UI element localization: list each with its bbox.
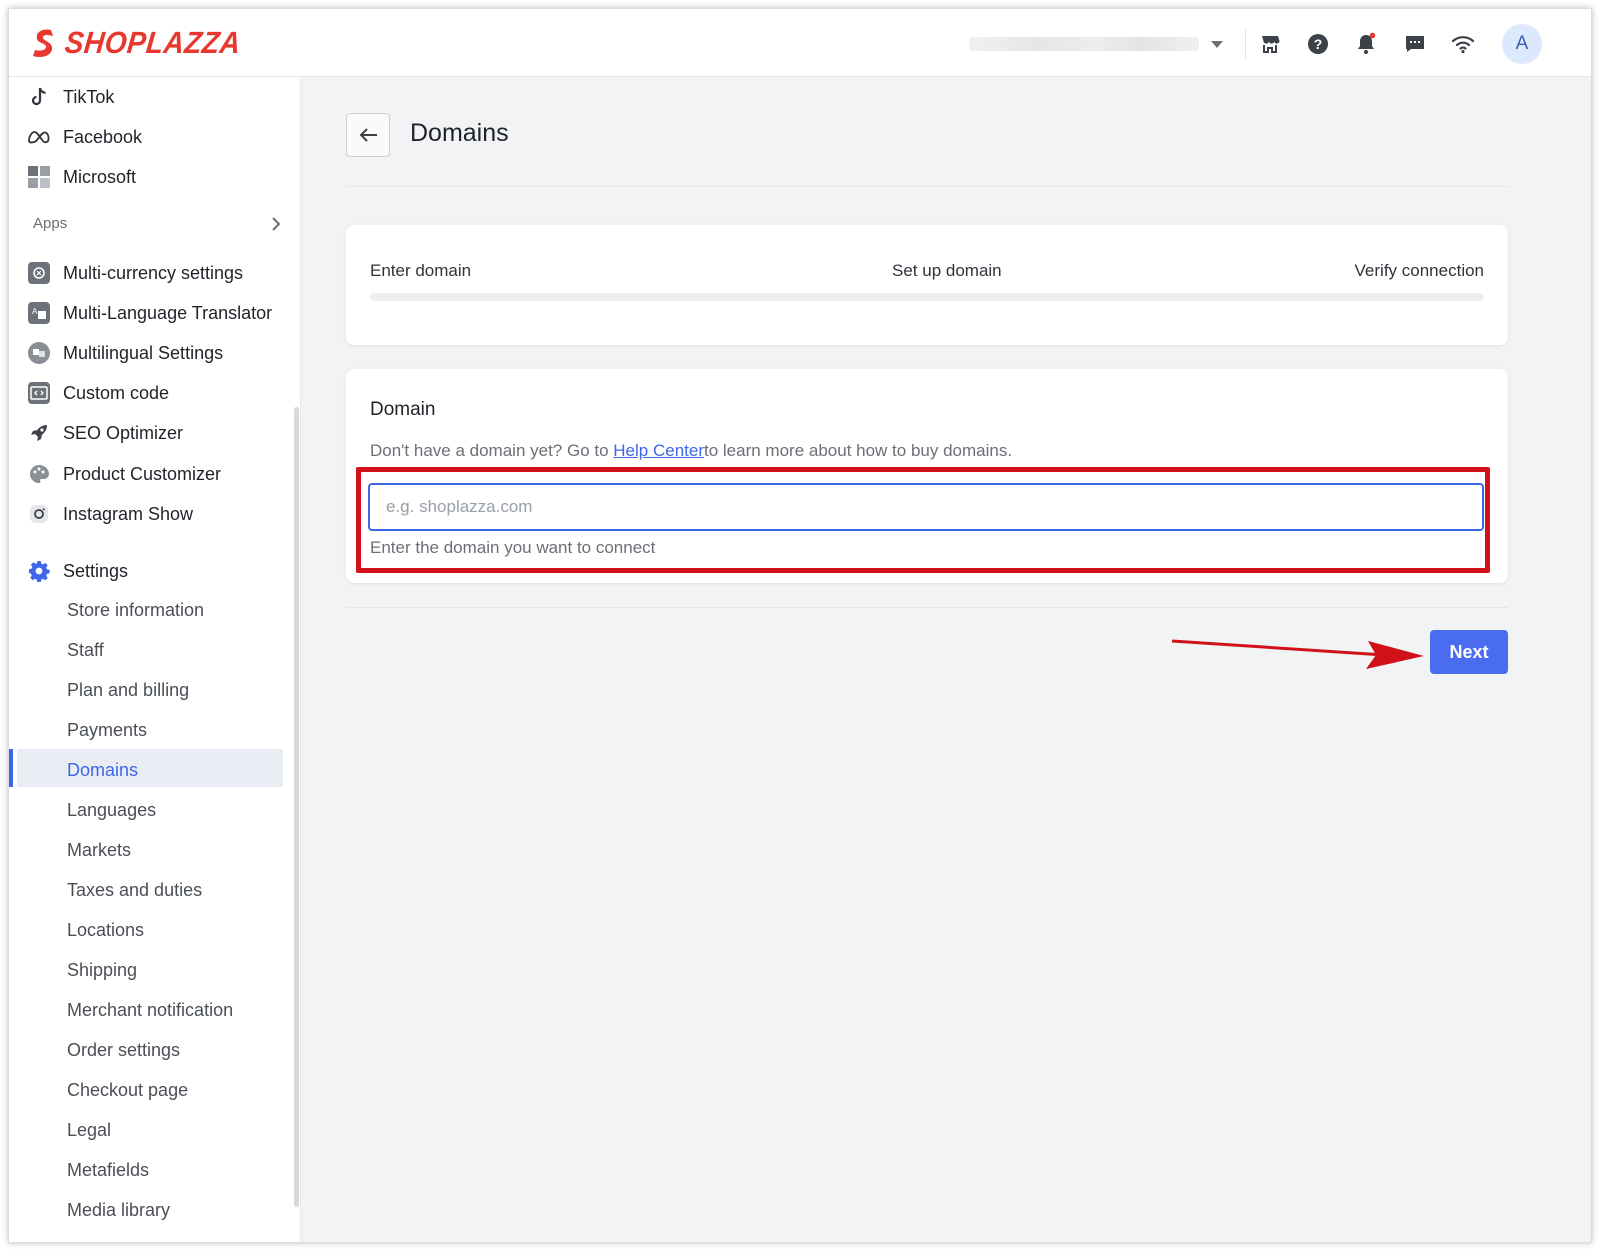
chevron-down-icon [1211, 40, 1223, 48]
annotation-arrow-icon [1171, 639, 1424, 669]
store-name-redacted [969, 37, 1199, 51]
sidebar-item-label: Custom code [63, 382, 170, 403]
sidebar-item-domains[interactable]: Domains [67, 753, 138, 787]
bell-icon[interactable] [1353, 31, 1379, 57]
sidebar-item-languages[interactable]: Languages [67, 793, 156, 827]
sidebar-item-custom-code[interactable]: Custom code [27, 376, 169, 410]
main-content: Domains Enter domain Set up domain Verif… [302, 77, 1591, 1242]
next-button[interactable]: Next [1430, 630, 1508, 674]
sidebar-item-multi-currency[interactable]: Multi-currency settings [27, 256, 243, 290]
step-set-up-domain: Set up domain [892, 261, 1002, 280]
store-icon[interactable] [1257, 31, 1283, 57]
sidebar-item-staff[interactable]: Staff [67, 633, 104, 667]
sidebar-item-microsoft[interactable]: Microsoft [27, 160, 136, 194]
sidebar-item-label: Microsoft [63, 166, 137, 187]
notification-dot [1369, 32, 1376, 39]
sidebar-item-label: TikTok [63, 86, 115, 107]
translate-icon: A [27, 301, 51, 325]
sidebar-item-settings[interactable]: Settings [27, 554, 128, 588]
sidebar-item-label: Multi-currency settings [63, 262, 244, 283]
sidebar-item-label: Product Customizer [63, 463, 222, 484]
sidebar-item-plan-and-billing[interactable]: Plan and billing [67, 673, 189, 707]
palette-icon [27, 462, 51, 486]
sidebar-item-label: Instagram Show [63, 503, 194, 524]
microsoft-icon [27, 165, 51, 189]
domain-card: Domain Don't have a domain yet? Go to He… [346, 369, 1508, 583]
store-selector[interactable] [969, 29, 1224, 59]
sidebar-item-markets[interactable]: Markets [67, 833, 131, 867]
sidebar-item-facebook[interactable]: Facebook [27, 120, 142, 154]
apps-section-title: Apps [33, 215, 68, 232]
sidebar-item-payments[interactable]: Payments [67, 713, 147, 747]
sidebar-item-locations[interactable]: Locations [67, 913, 144, 947]
language-icon [27, 341, 51, 365]
domain-input-hint: Enter the domain you want to connect [370, 538, 656, 557]
sidebar-item-label: Facebook [63, 126, 143, 147]
gear-icon [27, 559, 51, 583]
sidebar-item-multilingual-settings[interactable]: Multilingual Settings [27, 336, 223, 370]
sidebar-item-order-settings[interactable]: Order settings [67, 1033, 180, 1067]
domain-card-title: Domain [370, 399, 436, 420]
chat-icon[interactable] [1402, 31, 1428, 57]
domain-input[interactable] [368, 483, 1484, 531]
top-bar: SHOPLAZZA ? A [9, 9, 1591, 77]
active-item-highlight [17, 749, 283, 787]
back-button[interactable] [346, 113, 390, 157]
sidebar-item-product-customizer[interactable]: Product Customizer [27, 457, 221, 491]
sidebar-item-metafields[interactable]: Metafields [67, 1153, 149, 1187]
sidebar-item-checkout-page[interactable]: Checkout page [67, 1073, 188, 1107]
page-title: Domains [410, 119, 509, 147]
app-window: SHOPLAZZA ? A TikTok Facebook Microsoft … [8, 8, 1592, 1243]
currency-icon [27, 261, 51, 285]
title-divider [346, 186, 1508, 187]
help-text-prefix: Don't have a domain yet? Go to [370, 441, 614, 460]
sidebar-item-label: Settings [63, 560, 129, 581]
step-enter-domain: Enter domain [370, 261, 472, 280]
chevron-right-icon [272, 216, 281, 231]
svg-text:A: A [32, 307, 38, 316]
shoplazza-logo[interactable]: SHOPLAZZA [31, 25, 243, 61]
svg-text:?: ? [1314, 36, 1323, 52]
instagram-icon [27, 502, 51, 526]
rocket-icon [27, 421, 51, 445]
domain-help-text: Don't have a domain yet? Go to Help Cent… [370, 441, 1012, 461]
sidebar: TikTok Facebook Microsoft Apps Multi-cur… [9, 77, 301, 1242]
progress-steps-card: Enter domain Set up domain Verify connec… [346, 225, 1508, 345]
wifi-icon[interactable] [1450, 31, 1476, 57]
step-verify-connection: Verify connection [1354, 261, 1484, 280]
arrow-left-icon [359, 128, 377, 142]
sidebar-item-taxes-and-duties[interactable]: Taxes and duties [67, 873, 202, 907]
sidebar-item-shipping[interactable]: Shipping [67, 953, 137, 987]
user-avatar[interactable]: A [1502, 24, 1542, 64]
shoplazza-logo-icon [33, 29, 53, 57]
sidebar-item-instagram-show[interactable]: Instagram Show [27, 497, 193, 531]
sidebar-item-seo-optimizer[interactable]: SEO Optimizer [27, 416, 183, 450]
sidebar-item-label: Multilingual Settings [63, 342, 224, 363]
footer-divider [346, 607, 1508, 608]
sidebar-item-merchant-notification[interactable]: Merchant notification [67, 993, 233, 1027]
sidebar-item-legal[interactable]: Legal [67, 1113, 111, 1147]
help-text-suffix: to learn more about how to buy domains. [704, 441, 1013, 460]
meta-icon [27, 125, 51, 149]
help-icon[interactable]: ? [1305, 31, 1331, 57]
sidebar-item-store-information[interactable]: Store information [67, 593, 204, 627]
sidebar-scrollbar[interactable] [294, 407, 299, 1207]
header-divider [1245, 29, 1246, 59]
active-item-indicator [9, 749, 13, 787]
help-center-link[interactable]: Help Center [613, 441, 704, 460]
tiktok-icon [27, 85, 51, 109]
sidebar-item-tiktok[interactable]: TikTok [27, 80, 114, 114]
sidebar-item-label: SEO Optimizer [63, 422, 184, 443]
apps-section-header[interactable]: Apps [33, 215, 281, 232]
code-icon [27, 381, 51, 405]
sidebar-item-multi-language-translator[interactable]: A Multi-Language Translator [27, 296, 272, 330]
brand-name: SHOPLAZZA [63, 25, 243, 60]
progress-track [370, 293, 1484, 301]
sidebar-item-media-library[interactable]: Media library [67, 1193, 170, 1227]
sidebar-item-label: Multi-Language Translator [63, 302, 273, 323]
